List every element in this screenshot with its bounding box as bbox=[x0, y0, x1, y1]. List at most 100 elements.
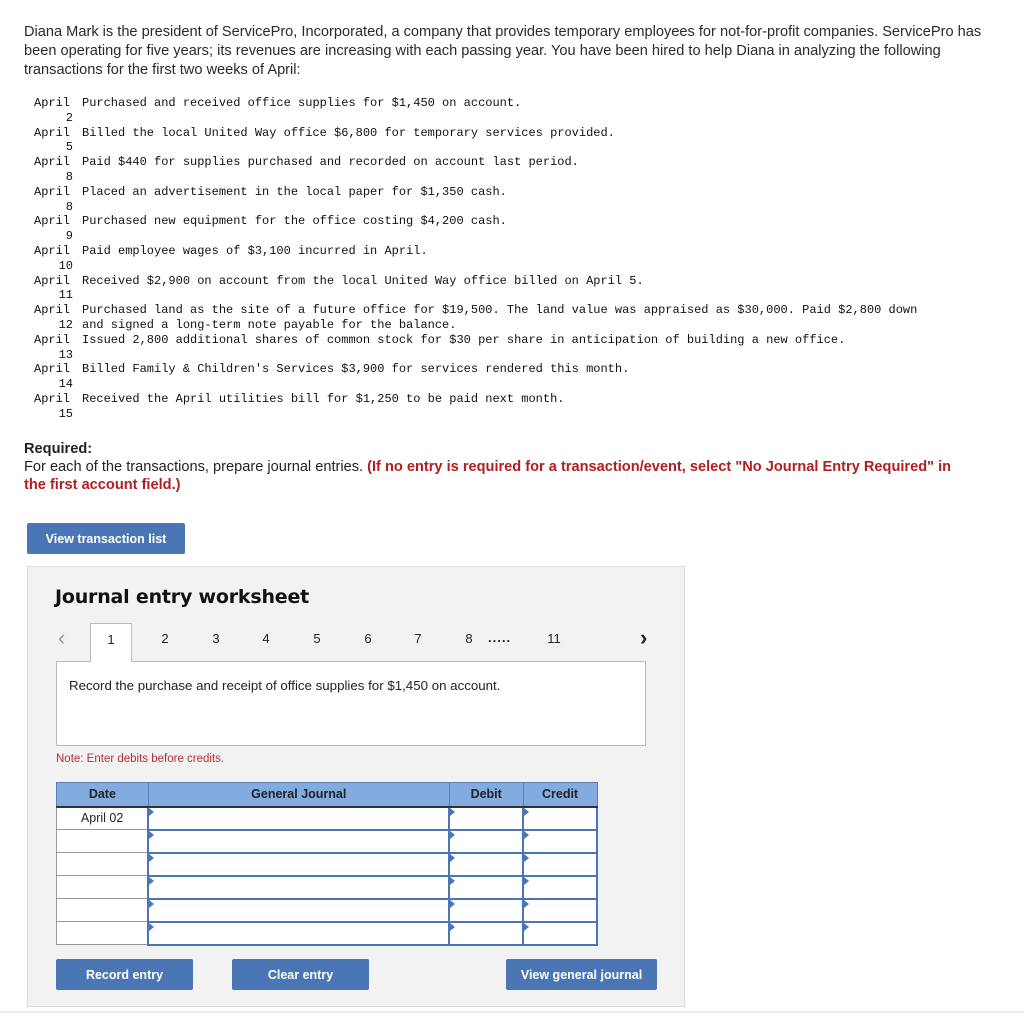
required-section: Required: For each of the transactions, … bbox=[24, 440, 964, 494]
transaction-day: 9 bbox=[65, 229, 73, 244]
transaction-day: 8 bbox=[65, 199, 73, 214]
journal-entry-worksheet: Journal entry worksheet ‹ 1 2 3 4 5 6 7 … bbox=[27, 566, 685, 1007]
header-debit: Debit bbox=[448, 782, 524, 808]
view-general-journal-button[interactable]: View general journal bbox=[506, 959, 657, 990]
transaction-day: 8 bbox=[65, 169, 73, 184]
journal-header-row: Date General Journal Debit Credit bbox=[56, 782, 598, 808]
required-text: For each of the transactions, prepare jo… bbox=[24, 459, 368, 475]
transaction-item: April 8 Paid $440 for supplies purchased a… bbox=[34, 155, 934, 185]
worksheet-title: Journal entry worksheet bbox=[55, 586, 310, 608]
tab-4[interactable]: 4 bbox=[245, 623, 287, 662]
required-instructions: For each of the transactions, prepare jo… bbox=[24, 458, 964, 494]
journal-row bbox=[56, 920, 598, 946]
transaction-date: April 5 bbox=[34, 126, 82, 156]
tab-11[interactable]: 11 bbox=[533, 623, 575, 662]
debit-input[interactable] bbox=[448, 828, 525, 854]
transaction-desc: Billed Family & Children's Services $3,9… bbox=[82, 362, 630, 377]
transaction-list: April 2 Purchased and received office supp… bbox=[34, 96, 934, 422]
debit-input[interactable] bbox=[448, 851, 525, 877]
transaction-desc: Paid $440 for supplies purchased and rec… bbox=[82, 155, 579, 170]
required-label: Required: bbox=[24, 441, 93, 457]
account-input[interactable] bbox=[147, 920, 451, 946]
credit-input[interactable] bbox=[522, 897, 598, 923]
bottom-divider bbox=[0, 1011, 1024, 1013]
transaction-day: 11 bbox=[58, 288, 73, 303]
account-input[interactable] bbox=[147, 897, 451, 923]
transaction-month: April bbox=[34, 243, 71, 258]
header-general-journal: General Journal bbox=[147, 782, 450, 808]
transaction-item: April 5 Billed the local United Way office… bbox=[34, 126, 934, 156]
transaction-month: April bbox=[34, 125, 71, 140]
transaction-month: April bbox=[34, 332, 71, 347]
header-date: Date bbox=[56, 782, 149, 808]
transaction-item: April 10 Paid employee wages of $3,100 inc… bbox=[34, 244, 934, 274]
transaction-desc: Purchased land as the site of a future o… bbox=[82, 303, 925, 332]
transaction-item: April 14 Billed Family & Children's Servic… bbox=[34, 362, 934, 392]
journal-row bbox=[56, 874, 598, 900]
debit-input[interactable] bbox=[448, 805, 525, 831]
transaction-desc: Billed the local United Way office $6,80… bbox=[82, 125, 615, 140]
transaction-desc: Received $2,900 on account from the loca… bbox=[82, 273, 644, 288]
transaction-date: April 15 bbox=[34, 392, 82, 422]
transaction-item: April 15 Received the April utilities bill… bbox=[34, 392, 934, 422]
transaction-date: April 9 bbox=[34, 214, 82, 244]
tabs-ellipsis: ..... bbox=[488, 630, 512, 645]
transaction-item: April 13 Issued 2,800 additional shares of… bbox=[34, 333, 934, 363]
transaction-month: April bbox=[34, 96, 71, 110]
tab-3[interactable]: 3 bbox=[195, 623, 237, 662]
journal-row: April 02 bbox=[56, 805, 598, 831]
chevron-left-icon[interactable]: ‹ bbox=[58, 625, 65, 651]
transaction-date: April 14 bbox=[34, 362, 82, 392]
journal-row bbox=[56, 851, 598, 877]
transaction-tabs: ‹ 1 2 3 4 5 6 7 8 ..... 11 › bbox=[28, 621, 686, 662]
account-input[interactable] bbox=[147, 851, 451, 877]
tab-7[interactable]: 7 bbox=[397, 623, 439, 662]
credit-input[interactable] bbox=[522, 828, 598, 854]
tab-8[interactable]: 8 bbox=[448, 623, 490, 662]
header-credit: Credit bbox=[522, 782, 598, 808]
debit-input[interactable] bbox=[448, 874, 525, 900]
view-transaction-list-button[interactable]: View transaction list bbox=[27, 523, 185, 554]
record-entry-button[interactable]: Record entry bbox=[56, 959, 193, 990]
credit-input[interactable] bbox=[522, 805, 598, 831]
transaction-desc: Paid employee wages of $3,100 incurred i… bbox=[82, 243, 428, 258]
account-input[interactable] bbox=[147, 874, 451, 900]
transaction-item: April 9 Purchased new equipment for the of… bbox=[34, 214, 934, 244]
credit-input[interactable] bbox=[522, 874, 598, 900]
chevron-right-icon[interactable]: › bbox=[640, 625, 647, 651]
tab-6[interactable]: 6 bbox=[347, 623, 389, 662]
transaction-date: April 12 bbox=[34, 303, 82, 333]
credit-input[interactable] bbox=[522, 851, 598, 877]
credit-input[interactable] bbox=[522, 920, 598, 946]
transaction-item: April 12 Purchased land as the site of a f… bbox=[34, 303, 934, 333]
transaction-desc: Purchased and received office supplies f… bbox=[82, 96, 522, 110]
transaction-month: April bbox=[34, 273, 71, 288]
tab-5[interactable]: 5 bbox=[296, 623, 338, 662]
transaction-month: April bbox=[34, 391, 71, 406]
transaction-date: April 8 bbox=[34, 155, 82, 185]
transaction-day: 12 bbox=[58, 317, 73, 332]
problem-intro: Diana Mark is the president of ServicePr… bbox=[24, 24, 982, 78]
transaction-month: April bbox=[34, 214, 71, 229]
debit-input[interactable] bbox=[448, 920, 525, 946]
account-input[interactable] bbox=[147, 828, 451, 854]
transaction-desc: Received the April utilities bill for $1… bbox=[82, 391, 565, 406]
debit-input[interactable] bbox=[448, 897, 525, 923]
tab-2[interactable]: 2 bbox=[144, 623, 186, 662]
tab-1[interactable]: 1 bbox=[90, 623, 132, 662]
transaction-day: 14 bbox=[58, 377, 73, 392]
transaction-month: April bbox=[34, 184, 71, 199]
transaction-date: April 10 bbox=[34, 244, 82, 274]
transaction-month: April bbox=[34, 303, 71, 318]
clear-entry-button[interactable]: Clear entry bbox=[232, 959, 369, 990]
transaction-description-box: Record the purchase and receipt of offic… bbox=[56, 661, 646, 746]
account-input[interactable] bbox=[147, 805, 451, 831]
journal-date-cell bbox=[56, 829, 149, 853]
transaction-month: April bbox=[34, 155, 71, 170]
transaction-date: April 13 bbox=[34, 333, 82, 363]
transaction-item: April 8 Placed an advertisement in the loc… bbox=[34, 185, 934, 215]
journal-table: Date General Journal Debit Credit April … bbox=[56, 782, 598, 946]
transaction-description: Record the purchase and receipt of offic… bbox=[69, 678, 501, 693]
journal-date-cell bbox=[56, 898, 149, 922]
transaction-day: 15 bbox=[58, 406, 73, 421]
